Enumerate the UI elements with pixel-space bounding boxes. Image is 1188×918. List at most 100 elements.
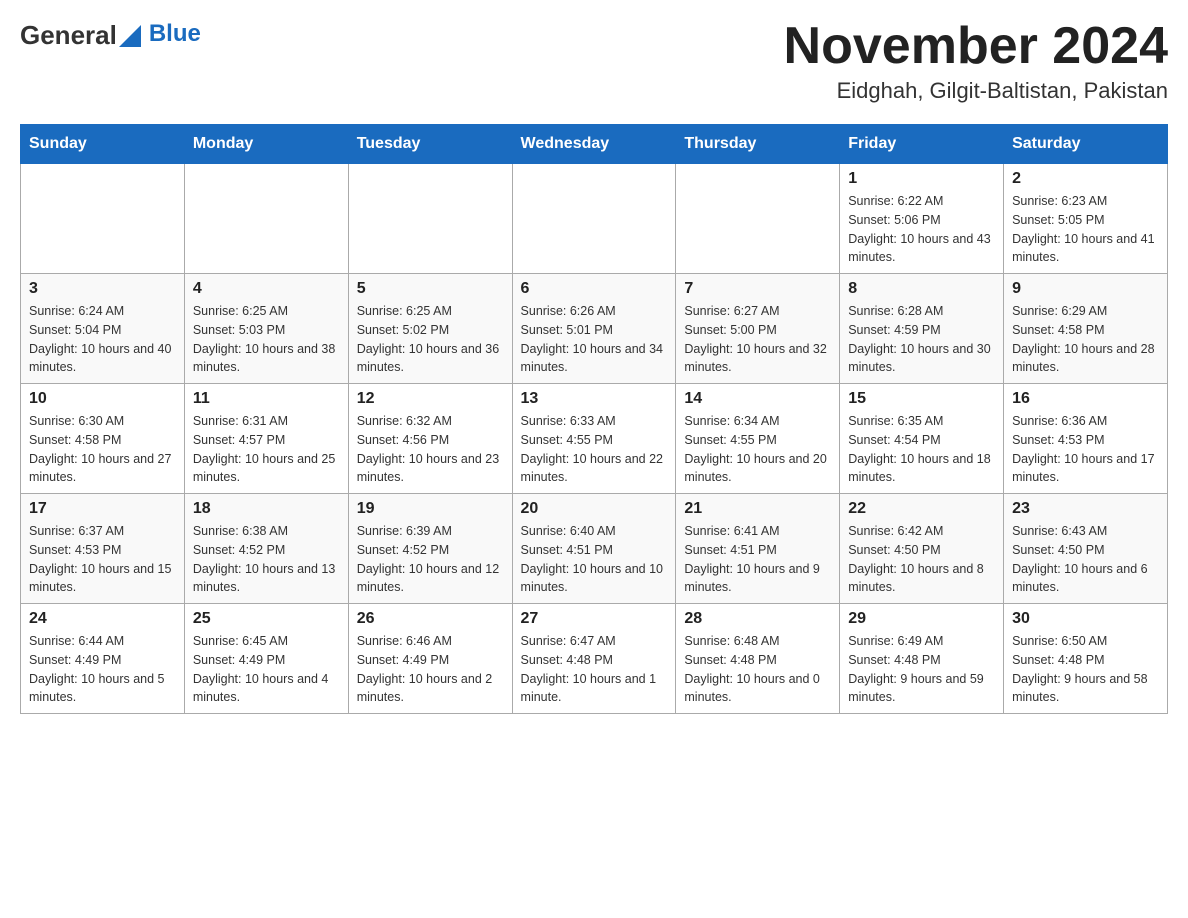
day-info: Sunrise: 6:38 AM Sunset: 4:52 PM Dayligh… xyxy=(193,522,340,597)
calendar-cell: 21Sunrise: 6:41 AM Sunset: 4:51 PM Dayli… xyxy=(676,494,840,604)
calendar-cell xyxy=(348,164,512,274)
day-info: Sunrise: 6:23 AM Sunset: 5:05 PM Dayligh… xyxy=(1012,192,1159,267)
day-number: 10 xyxy=(29,390,176,408)
day-number: 17 xyxy=(29,500,176,518)
header-sunday: Sunday xyxy=(21,125,185,164)
day-info: Sunrise: 6:29 AM Sunset: 4:58 PM Dayligh… xyxy=(1012,302,1159,377)
calendar-cell: 12 Sunrise: 6:32 AM Sunset: 4:56 PM Dayli… xyxy=(348,384,512,494)
calendar-cell: 29 Sunrise: 6:49 AM Sunset: 4:48 PM Dayli… xyxy=(840,604,1004,714)
calendar-cell xyxy=(512,164,676,274)
day-info: Sunrise: 6:36 AM Sunset: 4:53 PM Dayligh… xyxy=(1012,412,1159,487)
day-info: Sunrise: 6:42 AM Sunset: 4:50 PM Dayligh… xyxy=(848,522,995,597)
calendar-cell xyxy=(184,164,348,274)
week-row-3: 10 Sunrise: 6:30 AM Sunset: 4:58 PM Dayli… xyxy=(21,384,1168,494)
day-number: 27 xyxy=(521,610,668,628)
day-number: 8 xyxy=(848,280,995,298)
day-number: 28 xyxy=(684,610,831,628)
calendar-cell: 1 Sunrise: 6:22 AM Sunset: 5:06 PM Daylig… xyxy=(840,164,1004,274)
day-number: 6 xyxy=(521,280,668,298)
calendar-cell: 13Sunrise: 6:33 AM Sunset: 4:55 PM Dayli… xyxy=(512,384,676,494)
day-number: 9 xyxy=(1012,280,1159,298)
calendar-table: Sunday Monday Tuesday Wednesday Thursday… xyxy=(20,124,1168,714)
day-info: Sunrise: 6:45 AM Sunset: 4:49 PM Dayligh… xyxy=(193,632,340,707)
day-number: 24 xyxy=(29,610,176,628)
header-thursday: Thursday xyxy=(676,125,840,164)
calendar-cell: 8 Sunrise: 6:28 AM Sunset: 4:59 PM Daylig… xyxy=(840,274,1004,384)
day-number: 29 xyxy=(848,610,995,628)
title-block: November 2024 Eidghah, Gilgit-Baltistan,… xyxy=(784,20,1168,104)
calendar-cell: 19 Sunrise: 6:39 AM Sunset: 4:52 PM Dayli… xyxy=(348,494,512,604)
day-number: 30 xyxy=(1012,610,1159,628)
week-row-2: 3 Sunrise: 6:24 AM Sunset: 5:04 PM Daylig… xyxy=(21,274,1168,384)
day-number: 12 xyxy=(357,390,504,408)
calendar-cell: 5 Sunrise: 6:25 AM Sunset: 5:02 PM Daylig… xyxy=(348,274,512,384)
calendar-cell: 23 Sunrise: 6:43 AM Sunset: 4:50 PM Dayli… xyxy=(1004,494,1168,604)
calendar-cell: 6 Sunrise: 6:26 AM Sunset: 5:01 PM Daylig… xyxy=(512,274,676,384)
day-number: 18 xyxy=(193,500,340,518)
day-number: 23 xyxy=(1012,500,1159,518)
day-number: 21 xyxy=(684,500,831,518)
calendar-cell: 25 Sunrise: 6:45 AM Sunset: 4:49 PM Dayli… xyxy=(184,604,348,714)
calendar-cell: 30 Sunrise: 6:50 AM Sunset: 4:48 PM Dayli… xyxy=(1004,604,1168,714)
day-number: 15 xyxy=(848,390,995,408)
calendar-cell: 15 Sunrise: 6:35 AM Sunset: 4:54 PM Dayli… xyxy=(840,384,1004,494)
day-number: 26 xyxy=(357,610,504,628)
header-monday: Monday xyxy=(184,125,348,164)
day-info: Sunrise: 6:25 AM Sunset: 5:02 PM Dayligh… xyxy=(357,302,504,377)
calendar-cell: 11 Sunrise: 6:31 AM Sunset: 4:57 PM Dayli… xyxy=(184,384,348,494)
day-info: Sunrise: 6:49 AM Sunset: 4:48 PM Dayligh… xyxy=(848,632,995,707)
day-info: Sunrise: 6:34 AM Sunset: 4:55 PM Dayligh… xyxy=(684,412,831,487)
calendar-cell: 24 Sunrise: 6:44 AM Sunset: 4:49 PM Dayli… xyxy=(21,604,185,714)
calendar-cell: 16 Sunrise: 6:36 AM Sunset: 4:53 PM Dayli… xyxy=(1004,384,1168,494)
logo-triangle-icon xyxy=(119,25,141,47)
day-number: 5 xyxy=(357,280,504,298)
day-info: Sunrise: 6:44 AM Sunset: 4:49 PM Dayligh… xyxy=(29,632,176,707)
header-wednesday: Wednesday xyxy=(512,125,676,164)
day-info: Sunrise: 6:37 AM Sunset: 4:53 PM Dayligh… xyxy=(29,522,176,597)
week-row-5: 24 Sunrise: 6:44 AM Sunset: 4:49 PM Dayli… xyxy=(21,604,1168,714)
calendar-cell xyxy=(21,164,185,274)
day-info: Sunrise: 6:43 AM Sunset: 4:50 PM Dayligh… xyxy=(1012,522,1159,597)
day-number: 1 xyxy=(848,170,995,188)
day-info: Sunrise: 6:35 AM Sunset: 4:54 PM Dayligh… xyxy=(848,412,995,487)
day-number: 2 xyxy=(1012,170,1159,188)
calendar-cell: 4Sunrise: 6:25 AM Sunset: 5:03 PM Daylig… xyxy=(184,274,348,384)
header-tuesday: Tuesday xyxy=(348,125,512,164)
day-info: Sunrise: 6:30 AM Sunset: 4:58 PM Dayligh… xyxy=(29,412,176,487)
day-info: Sunrise: 6:24 AM Sunset: 5:04 PM Dayligh… xyxy=(29,302,176,377)
day-number: 14 xyxy=(684,390,831,408)
day-info: Sunrise: 6:26 AM Sunset: 5:01 PM Dayligh… xyxy=(521,302,668,377)
logo-blue-text: Blue xyxy=(149,20,201,48)
month-title: November 2024 xyxy=(784,20,1168,72)
location-subtitle: Eidghah, Gilgit-Baltistan, Pakistan xyxy=(784,78,1168,104)
week-row-4: 17 Sunrise: 6:37 AM Sunset: 4:53 PM Dayli… xyxy=(21,494,1168,604)
day-number: 22 xyxy=(848,500,995,518)
day-info: Sunrise: 6:28 AM Sunset: 4:59 PM Dayligh… xyxy=(848,302,995,377)
day-info: Sunrise: 6:22 AM Sunset: 5:06 PM Dayligh… xyxy=(848,192,995,267)
logo: General Blue xyxy=(20,20,201,51)
day-number: 3 xyxy=(29,280,176,298)
day-number: 16 xyxy=(1012,390,1159,408)
calendar-cell: 9 Sunrise: 6:29 AM Sunset: 4:58 PM Daylig… xyxy=(1004,274,1168,384)
day-number: 19 xyxy=(357,500,504,518)
day-info: Sunrise: 6:32 AM Sunset: 4:56 PM Dayligh… xyxy=(357,412,504,487)
calendar-cell: 7 Sunrise: 6:27 AM Sunset: 5:00 PM Daylig… xyxy=(676,274,840,384)
day-info: Sunrise: 6:31 AM Sunset: 4:57 PM Dayligh… xyxy=(193,412,340,487)
calendar-cell: 20Sunrise: 6:40 AM Sunset: 4:51 PM Dayli… xyxy=(512,494,676,604)
day-number: 11 xyxy=(193,390,340,408)
calendar-cell: 22 Sunrise: 6:42 AM Sunset: 4:50 PM Dayli… xyxy=(840,494,1004,604)
day-number: 4 xyxy=(193,280,340,298)
day-number: 25 xyxy=(193,610,340,628)
day-info: Sunrise: 6:39 AM Sunset: 4:52 PM Dayligh… xyxy=(357,522,504,597)
calendar-cell: 10 Sunrise: 6:30 AM Sunset: 4:58 PM Dayli… xyxy=(21,384,185,494)
calendar-cell: 28 Sunrise: 6:48 AM Sunset: 4:48 PM Dayli… xyxy=(676,604,840,714)
day-number: 7 xyxy=(684,280,831,298)
day-info: Sunrise: 6:27 AM Sunset: 5:00 PM Dayligh… xyxy=(684,302,831,377)
header-saturday: Saturday xyxy=(1004,125,1168,164)
calendar-cell: 18 Sunrise: 6:38 AM Sunset: 4:52 PM Dayli… xyxy=(184,494,348,604)
day-info: Sunrise: 6:50 AM Sunset: 4:48 PM Dayligh… xyxy=(1012,632,1159,707)
weekday-header-row: Sunday Monday Tuesday Wednesday Thursday… xyxy=(21,125,1168,164)
day-info: Sunrise: 6:48 AM Sunset: 4:48 PM Dayligh… xyxy=(684,632,831,707)
calendar-cell: 27Sunrise: 6:47 AM Sunset: 4:48 PM Dayli… xyxy=(512,604,676,714)
calendar-cell: 2 Sunrise: 6:23 AM Sunset: 5:05 PM Daylig… xyxy=(1004,164,1168,274)
